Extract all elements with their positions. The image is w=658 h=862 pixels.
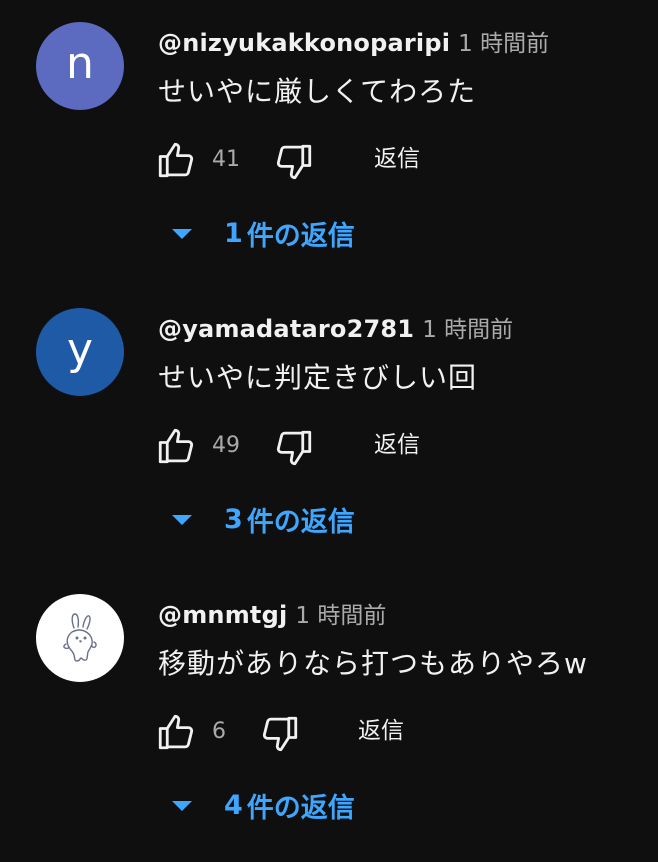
author-handle[interactable]: @mnmtgj [158,601,287,629]
avatar[interactable]: n [36,22,124,110]
comment-time[interactable]: 1 時間前 [422,317,513,343]
rabbit-avatar-image [63,613,97,662]
avatar[interactable]: y [36,308,124,396]
comment-item: y @yamadataro2781 1 時間前 せいやに判定きびしい回 49 返信… [0,286,658,572]
like-count: 6 [212,719,226,744]
comment-text: 移動がありなら打つもありやろw [158,647,588,680]
comment-actions: 41 返信 [154,138,634,182]
like-count: 41 [212,147,240,172]
caret-down-icon [172,229,192,239]
comment-item: @mnmtgj 1 時間前 移動がありなら打つもありやろw 6 返信 4 件の返信 [0,572,658,858]
comment-header: @yamadataro2781 1 時間前 [158,313,513,348]
comment-text: せいやに判定きびしい回 [158,361,478,394]
avatar-letter: n [66,38,94,89]
like-button[interactable] [154,424,198,468]
comment-actions: 6 返信 [154,710,634,754]
comment-text: せいやに厳しくてわろた [158,75,477,108]
replies-label: 件の返信 [246,792,355,824]
view-replies-button[interactable]: 1 件の返信 [172,214,355,252]
thumbs-down-icon [276,144,312,180]
thumbs-down-icon [276,430,312,466]
author-handle[interactable]: @yamadataro2781 [158,315,414,343]
dislike-button[interactable] [258,712,302,756]
like-count: 49 [212,433,240,458]
like-button[interactable] [154,710,198,754]
reply-button[interactable]: 返信 [374,144,420,174]
caret-down-icon [172,801,192,811]
reply-button[interactable]: 返信 [374,430,420,460]
replies-label: 件の返信 [246,506,355,538]
comment-time[interactable]: 1 時間前 [458,31,549,57]
thumbs-up-icon [158,428,194,464]
view-replies-button[interactable]: 4 件の返信 [172,786,355,824]
avatar-letter: y [66,324,94,375]
thumbs-up-icon [158,142,194,178]
caret-down-icon [172,515,192,525]
replies-count: 1 [224,217,243,249]
comment-time[interactable]: 1 時間前 [295,603,386,629]
replies-count: 4 [224,789,243,821]
author-handle[interactable]: @nizyukakkonoparipi [158,29,450,57]
dislike-button[interactable] [272,140,316,184]
reply-button[interactable]: 返信 [358,716,404,746]
like-button[interactable] [154,138,198,182]
replies-label: 件の返信 [246,220,355,252]
comment-actions: 49 返信 [154,424,634,468]
comment-item: n @nizyukakkonoparipi 1 時間前 せいやに厳しくてわろた 4… [0,0,658,286]
avatar[interactable] [36,594,124,682]
view-replies-button[interactable]: 3 件の返信 [172,500,355,538]
dislike-button[interactable] [272,426,316,470]
thumbs-up-icon [158,714,194,750]
comment-header: @nizyukakkonoparipi 1 時間前 [158,27,549,62]
comment-header: @mnmtgj 1 時間前 [158,599,386,634]
replies-count: 3 [224,503,243,535]
thumbs-down-icon [262,716,298,752]
